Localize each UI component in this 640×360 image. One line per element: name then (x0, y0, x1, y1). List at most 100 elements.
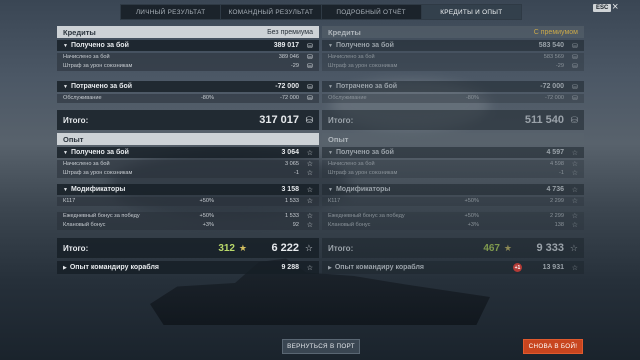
modifiers-label: Модификаторы (70, 186, 126, 193)
modifier-label: Клановый бонус (328, 222, 371, 229)
credits-icon: ⛁ (307, 95, 313, 103)
credits-icon: ⛁ (307, 63, 313, 71)
commander-xp-label: Опыт командиру корабля (69, 264, 159, 271)
battle-again-button[interactable]: СНОВА В БОЙ! (523, 339, 583, 354)
star-icon: ☆ (571, 186, 578, 194)
commander-xp-label: Опыт командиру корабля (334, 264, 424, 271)
credits-earned-row[interactable]: ▼ Получено за бой 583 540 ⛁ (322, 40, 584, 51)
expand-triangle-icon: ▶ (328, 264, 332, 271)
credits-total-label: Итого: (63, 115, 89, 125)
tab-detailed-report[interactable]: ПОДРОБНЫЙ ОТЧЁТ (322, 5, 422, 19)
modifiers-value: 3 158 (281, 186, 299, 193)
xp-earned-value: 4 597 (546, 149, 564, 156)
credits-earned-label: Получено за бой (70, 42, 129, 49)
credits-spent-row[interactable]: ▼ Потрачено за бой -72 000 ⛁ (322, 81, 584, 92)
service-row: Обслуживание -80% -72 000 ⛁ (322, 94, 584, 103)
xp-penalty-row: Штраф за урон союзникам -1 ☆ (57, 169, 319, 178)
credits-spent-value: -72 000 (540, 83, 564, 90)
service-percent: -80% (465, 95, 479, 102)
xp-penalty-value: -1 (559, 170, 564, 177)
xp-accrued-value: 3 065 (285, 161, 299, 168)
xp-total-value: 9 333 (536, 242, 564, 254)
modifier-label: Клановый бонус (63, 222, 106, 229)
premium-mode-label: С премиумом (533, 28, 578, 36)
free-xp-star-icon: ★ (238, 242, 247, 253)
collapse-triangle-icon: ▼ (328, 186, 333, 193)
credits-spent-label: Потрачено за бой (335, 83, 398, 90)
credits-earned-value: 389 017 (273, 42, 299, 49)
commander-xp-row[interactable]: ▶ Опыт командиру корабля 9 288 ☆ (57, 261, 319, 274)
credits-icon: ⛁ (572, 95, 578, 103)
credits-icon: ⛁ (572, 54, 578, 62)
xp-penalty-value: -1 (294, 170, 299, 177)
modifier-label: Ежедневный бонус за победу (63, 213, 140, 220)
xp-earned-row[interactable]: ▼ Получено за бой 4 597 ☆ (322, 147, 584, 158)
credits-penalty-value: -29 (290, 63, 299, 70)
tab-personal-result[interactable]: ЛИЧНЫЙ РЕЗУЛЬТАТ (121, 5, 222, 19)
credits-accrued-label: Начислено за бой (63, 54, 110, 61)
modifier-value: 2 299 (550, 213, 564, 220)
commander-xp-row[interactable]: ▶ Опыт командиру корабля +1 13 931 ☆ (322, 261, 584, 274)
collapse-triangle-icon: ▼ (63, 83, 68, 90)
credits-spent-row[interactable]: ▼ Потрачено за бой -72 000 ⛁ (57, 81, 319, 92)
modifier-row: Клановый бонус +3% 138 ☆ (322, 221, 584, 230)
commander-xp-value: 9 288 (281, 264, 299, 271)
credits-title: Кредиты (328, 27, 361, 37)
return-to-port-button[interactable]: ВЕРНУТЬСЯ В ПОРТ (282, 339, 360, 354)
modifier-percent: +50% (199, 213, 214, 220)
modifiers-label: Модификаторы (335, 186, 391, 193)
free-xp-value: 467 (483, 242, 500, 254)
collapse-triangle-icon: ▼ (63, 186, 68, 193)
premium-mode-label: Без премиума (267, 28, 313, 36)
service-value: -72 000 (545, 95, 564, 102)
modifier-value: 92 (292, 222, 299, 229)
xp-earned-label: Получено за бой (70, 149, 129, 156)
modifier-percent: +3% (202, 222, 214, 229)
modifier-value: 138 (554, 222, 564, 229)
star-icon: ☆ (571, 213, 578, 221)
credits-accrued-row: Начислено за бой 389 046 ⛁ (57, 53, 319, 62)
credits-icon: ⛁ (307, 83, 313, 91)
service-label: Обслуживание (63, 95, 102, 102)
service-value: -72 000 (280, 95, 299, 102)
xp-earned-value: 3 064 (281, 149, 299, 156)
collapse-triangle-icon: ▼ (328, 149, 333, 156)
xp-penalty-row: Штраф за урон союзникам -1 ☆ (322, 169, 584, 178)
xp-accrued-label: Начислено за бой (328, 161, 375, 168)
credits-earned-row[interactable]: ▼ Получено за бой 389 017 ⛁ (57, 40, 319, 51)
credits-total-row: Итого: 317 017 ⛁ (57, 110, 319, 130)
modifiers-row[interactable]: ▼ Модификаторы 4 736 ☆ (322, 184, 584, 195)
collapse-triangle-icon: ▼ (63, 149, 68, 156)
xp-earned-row[interactable]: ▼ Получено за бой 3 064 ☆ (57, 147, 319, 158)
credits-total-value: 317 017 (259, 114, 299, 126)
tab-team-result[interactable]: КОМАНДНЫЙ РЕЗУЛЬТАТ (221, 5, 322, 19)
close-icon[interactable]: × (612, 2, 618, 13)
star-icon: ☆ (569, 242, 578, 253)
credits-icon: ⛁ (307, 42, 313, 50)
star-icon: ☆ (571, 264, 578, 272)
star-icon: ☆ (306, 213, 313, 221)
credits-accrued-label: Начислено за бой (328, 54, 375, 61)
modifier-value: 1 533 (285, 198, 299, 205)
credits-penalty-value: -29 (555, 63, 564, 70)
modifier-label: Ежедневный бонус за победу (328, 213, 405, 220)
tab-credits-and-xp[interactable]: КРЕДИТЫ И ОПЫТ (421, 5, 521, 19)
xp-total-value: 6 222 (271, 242, 299, 254)
results-tab-bar: ЛИЧНЫЙ РЕЗУЛЬТАТ КОМАНДНЫЙ РЕЗУЛЬТАТ ПОД… (120, 4, 522, 20)
credits-penalty-row: Штраф за урон союзникам -29 ⛁ (57, 62, 319, 71)
xp-accrued-row: Начислено за бой 4 598 ☆ (322, 160, 584, 169)
modifier-row: К117 +50% 1 533 ☆ (57, 197, 319, 206)
collapse-triangle-icon: ▼ (328, 83, 333, 90)
credits-penalty-label: Штраф за урон союзникам (328, 63, 398, 70)
xp-total-row: Итого: 312 ★ 6 222 ☆ (57, 238, 319, 258)
credits-earned-label: Получено за бой (335, 42, 394, 49)
modifier-label: К117 (63, 198, 76, 205)
modifiers-row[interactable]: ▼ Модификаторы 3 158 ☆ (57, 184, 319, 195)
star-icon: ☆ (306, 222, 313, 230)
credits-icon: ⛁ (305, 114, 313, 125)
collapse-triangle-icon: ▼ (328, 42, 333, 49)
star-icon: ☆ (571, 149, 578, 157)
modifier-percent: +3% (467, 222, 479, 229)
xp-title: Опыт (63, 134, 84, 144)
modifier-row: Ежедневный бонус за победу +50% 1 533 ☆ (57, 212, 319, 221)
